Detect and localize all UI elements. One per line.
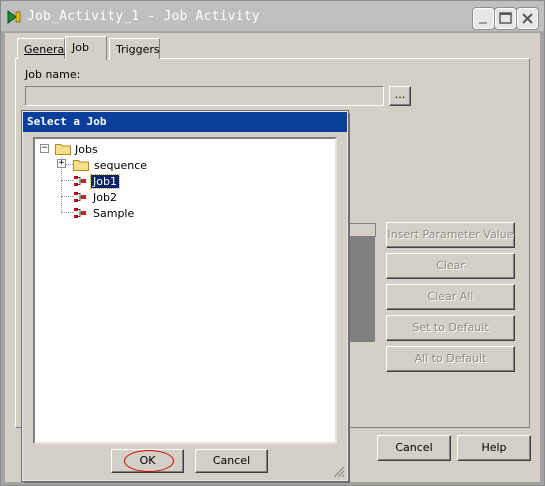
tree-item-sequence[interactable]: sequence [94, 159, 147, 172]
close-button[interactable] [516, 7, 539, 30]
ok-highlight-annotation [124, 450, 174, 472]
close-icon [522, 13, 533, 24]
tab-general-label: General [24, 43, 68, 56]
collapse-jobs-icon[interactable]: − [40, 144, 49, 153]
main-cancel-label: Cancel [395, 441, 433, 454]
clear-button[interactable]: Clear [386, 253, 515, 279]
tree-item-job1[interactable]: Job1 [90, 174, 120, 189]
window-title: Job_Activity_1 - Job Activity [27, 9, 260, 24]
dialog-title-bar[interactable]: Select a Job [23, 112, 347, 132]
help-label: Help [481, 441, 507, 454]
insert-parameter-value-label: Insert Parameter Value [387, 228, 514, 241]
all-to-default-label: All to Default [414, 352, 487, 365]
tab-triggers[interactable]: Triggers [109, 38, 160, 59]
maximize-icon [499, 12, 512, 24]
job-icon [74, 208, 86, 218]
help-button[interactable]: Help [457, 435, 531, 461]
dialog-cancel-button[interactable]: Cancel [195, 449, 268, 473]
tree-item-job2[interactable]: Job2 [93, 191, 117, 204]
tree-item-jobs[interactable]: Jobs [75, 143, 98, 156]
parameter-list-header [347, 223, 376, 237]
select-job-dialog: Select a Job − Jobs + sequence Job1 Job2… [21, 110, 349, 482]
tab-job-label: Job [72, 41, 89, 54]
expand-sequence-icon[interactable]: + [57, 159, 66, 168]
set-to-default-button[interactable]: Set to Default [386, 315, 515, 341]
tab-triggers-label: Triggers [116, 43, 160, 56]
dialog-title: Select a Job [27, 115, 107, 128]
folder-open-icon [55, 144, 71, 155]
job-tree[interactable]: − Jobs + sequence Job1 Job2 Sample [33, 137, 337, 444]
job-icon [74, 192, 86, 202]
title-bar[interactable]: Job_Activity_1 - Job Activity [1, 1, 544, 32]
tab-job[interactable]: Job [65, 36, 107, 60]
tab-general[interactable]: General [17, 38, 68, 59]
tree-connector [61, 196, 73, 197]
resize-grip-icon[interactable] [333, 466, 345, 478]
main-cancel-button[interactable]: Cancel [377, 435, 451, 461]
job-name-field[interactable] [25, 86, 384, 106]
browse-label: ... [394, 88, 406, 101]
clear-all-button[interactable]: Clear All [386, 284, 515, 310]
set-to-default-label: Set to Default [412, 321, 489, 334]
tree-item-sample[interactable]: Sample [93, 207, 134, 220]
clear-label: Clear [436, 259, 465, 272]
tree-connector [61, 180, 73, 181]
browse-job-button[interactable]: ... [389, 86, 411, 106]
job-icon [74, 176, 86, 186]
all-to-default-button[interactable]: All to Default [386, 346, 515, 372]
maximize-button[interactable] [494, 7, 517, 30]
minimize-icon [479, 22, 487, 24]
minimize-button[interactable] [472, 7, 495, 30]
clear-all-label: Clear All [427, 290, 474, 303]
job-activity-icon [7, 10, 21, 24]
job-name-label: Job name: [25, 68, 81, 81]
insert-parameter-value-button[interactable]: Insert Parameter Value [386, 222, 515, 248]
folder-icon [73, 160, 89, 171]
parameter-list[interactable] [347, 237, 376, 342]
tree-connector [61, 212, 73, 213]
dialog-cancel-label: Cancel [212, 454, 251, 467]
